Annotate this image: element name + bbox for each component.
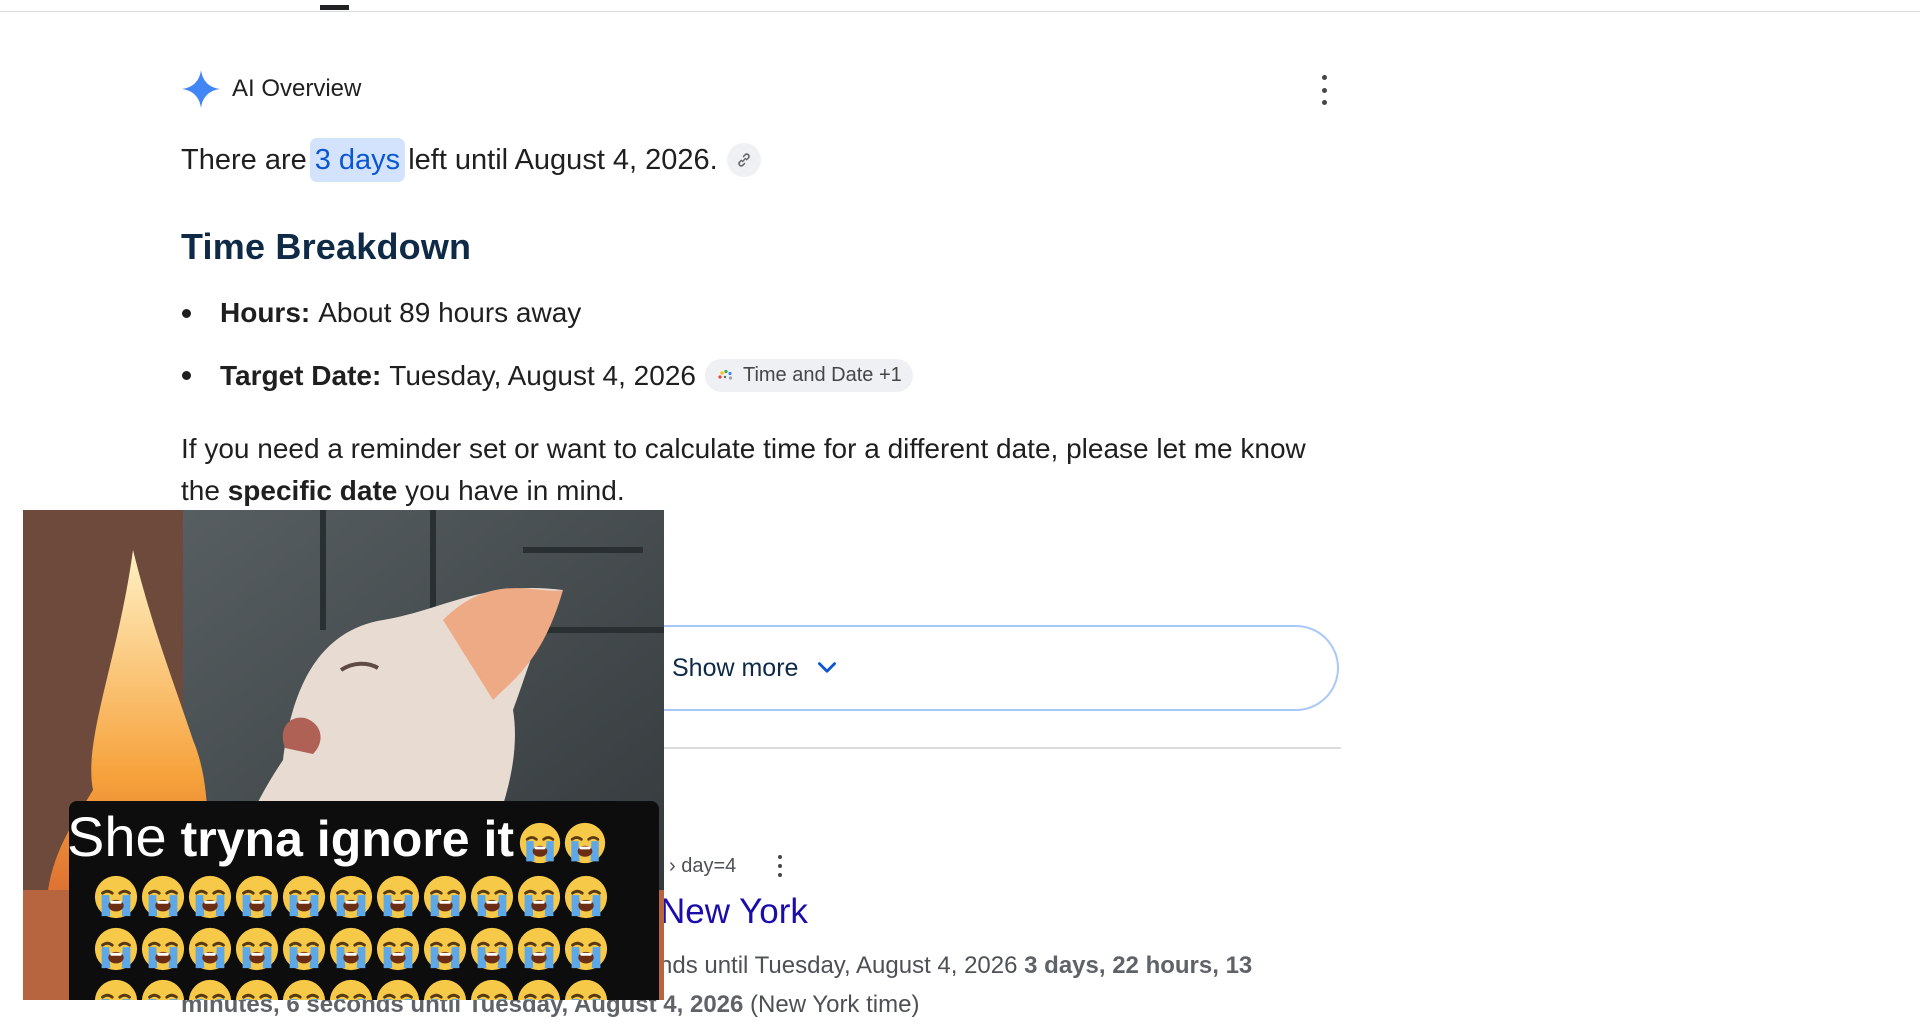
loudly-crying-emoji-icon	[141, 927, 185, 971]
loudly-crying-emoji-icon	[329, 927, 373, 971]
result-title-link[interactable]: New York	[660, 892, 808, 932]
sparkle-icon	[182, 70, 220, 108]
loudly-crying-emoji-icon	[423, 927, 467, 971]
loudly-crying-emoji-icon	[517, 979, 561, 1000]
loudly-crying-emoji-icon	[235, 927, 279, 971]
snippet-bold: 3 days, 22 hours, 13	[1024, 952, 1253, 979]
source-link-button[interactable]	[726, 143, 761, 177]
bullet-dot	[182, 371, 191, 380]
source-chip-label: Time and Date +1	[742, 364, 902, 386]
caption-emojis	[518, 821, 607, 865]
loudly-crying-emoji-icon	[470, 979, 514, 1000]
top-divider	[0, 11, 1920, 12]
loudly-crying-emoji-icon	[141, 875, 185, 919]
loudly-crying-emoji-icon	[423, 875, 467, 919]
snippet-text: (New York time)	[750, 991, 920, 1018]
result-more-options-button[interactable]	[770, 855, 790, 877]
loudly-crying-emoji-icon	[188, 927, 232, 971]
loudly-crying-emoji-icon	[329, 979, 373, 1000]
loudly-crying-emoji-icon	[94, 875, 138, 919]
emoji-row	[93, 978, 609, 1000]
loudly-crying-emoji-icon	[376, 927, 420, 971]
emoji-row	[93, 874, 609, 920]
loudly-crying-emoji-icon	[141, 979, 185, 1000]
meme-caption: She tryna ignore it	[67, 804, 607, 869]
loudly-crying-emoji-icon	[188, 979, 232, 1000]
loudly-crying-emoji-icon	[94, 927, 138, 971]
show-more-label: Show more	[672, 653, 799, 682]
bullet-text: About 89 hours away	[318, 297, 582, 328]
result-url[interactable]: › day=4	[669, 855, 736, 878]
loudly-crying-emoji-icon	[519, 822, 561, 863]
caption-first-word: She	[67, 805, 167, 868]
bullet-label: Target Date:	[220, 359, 382, 391]
reminder-paragraph: If you need a reminder set or want to ca…	[181, 428, 1321, 512]
loudly-crying-emoji-icon	[517, 927, 561, 971]
answer-sentence: There are 3 days left until August 4, 20…	[181, 138, 761, 182]
ai-overview-header: AI Overview	[181, 70, 361, 108]
loudly-crying-emoji-icon	[188, 875, 232, 919]
ai-overview-label: AI Overview	[232, 75, 362, 102]
loudly-crying-emoji-icon	[282, 875, 326, 919]
bullet-hours: Hours: About 89 hours away	[181, 297, 581, 329]
loudly-crying-emoji-icon	[376, 979, 420, 1000]
paragraph-suffix: you have in mind.	[405, 475, 625, 506]
loudly-crying-emoji-icon	[564, 979, 608, 1000]
loudly-crying-emoji-icon	[376, 875, 420, 919]
loudly-crying-emoji-icon	[282, 927, 326, 971]
loudly-crying-emoji-icon	[564, 927, 608, 971]
answer-suffix: left until August 4, 2026.	[408, 144, 718, 176]
paragraph-bold: specific date	[227, 475, 398, 506]
loudly-crying-emoji-icon	[564, 822, 606, 863]
meme-overlay-image: She tryna ignore it	[23, 510, 664, 1000]
loudly-crying-emoji-icon	[235, 979, 279, 1000]
loudly-crying-emoji-icon	[235, 875, 279, 919]
bullet-text: Tuesday, August 4, 2026	[389, 359, 696, 391]
link-icon	[738, 153, 750, 167]
loudly-crying-emoji-icon	[423, 979, 467, 1000]
time-and-date-logo-icon	[718, 369, 733, 380]
answer-prefix: There are	[181, 144, 307, 176]
active-tab-indicator	[320, 5, 349, 10]
chevron-down-icon	[818, 662, 837, 673]
loudly-crying-emoji-icon	[470, 875, 514, 919]
loudly-crying-emoji-icon	[329, 875, 373, 919]
bullet-label: Hours:	[220, 297, 311, 328]
emoji-row	[93, 926, 609, 972]
caption-rest: tryna ignore it	[180, 811, 515, 867]
more-vert-icon	[778, 855, 782, 859]
source-chip[interactable]: Time and Date +1	[704, 359, 913, 392]
section-heading: Time Breakdown	[181, 226, 472, 267]
more-options-button[interactable]	[1312, 75, 1336, 105]
loudly-crying-emoji-icon	[282, 979, 326, 1000]
loudly-crying-emoji-icon	[564, 875, 608, 919]
bullet-target-date: Target Date: Tuesday, August 4, 2026 Tim…	[181, 359, 913, 392]
loudly-crying-emoji-icon	[94, 979, 138, 1000]
section-divider	[610, 747, 1341, 749]
answer-highlight[interactable]: 3 days	[309, 138, 406, 182]
bullet-dot	[182, 308, 191, 318]
snippet-text: nds until Tuesday, August 4, 2026	[659, 952, 1018, 979]
loudly-crying-emoji-icon	[470, 927, 514, 971]
show-more-button[interactable]: Show more	[610, 625, 1339, 711]
loudly-crying-emoji-icon	[517, 875, 561, 919]
more-vert-icon	[1321, 75, 1327, 80]
